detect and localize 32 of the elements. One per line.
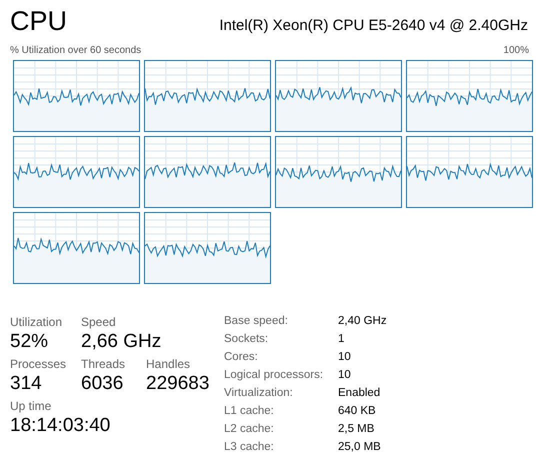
detail-value: 2,40 GHz (338, 314, 387, 329)
page-title: CPU (10, 5, 68, 38)
stat-value: 229683 (146, 372, 210, 396)
stat-label: Speed (81, 314, 117, 330)
graph-caption: % Utilization over 60 seconds (10, 44, 142, 57)
stat-label: Utilization (10, 314, 64, 330)
detail-label: Base speed: (224, 314, 289, 329)
stat-value: 6036 (81, 372, 124, 396)
detail-label: Logical processors: (224, 368, 324, 383)
detail-value: 25,0 MB (338, 440, 382, 455)
detail-label: L2 cache: (224, 422, 275, 437)
cpu-model: Intel(R) Xeon(R) CPU E5-2640 v4 @ 2.40GHz (219, 16, 529, 36)
stat-label: Up time (10, 398, 52, 414)
detail-label: L1 cache: (224, 404, 275, 419)
stat-value: 52% (10, 330, 50, 354)
detail-label: Cores: (224, 350, 259, 365)
stat-label: Processes (10, 356, 68, 372)
detail-label: Sockets: (224, 332, 270, 347)
detail-value: 640 KB (338, 404, 377, 419)
detail-value: 10 (338, 350, 352, 365)
stat-value: 18:14:03:40 (10, 414, 110, 438)
graph-max-label: 100% (503, 44, 529, 57)
detail-value: 10 (338, 368, 352, 383)
detail-label: L3 cache: (224, 440, 275, 455)
detail-value: 2,5 MB (338, 422, 376, 437)
stat-value: 314 (10, 372, 43, 396)
detail-value: 1 (338, 332, 346, 347)
stat-value: 2,66 GHz (81, 330, 162, 354)
detail-label: Virtualization: (224, 386, 294, 401)
stat-label: Threads (81, 356, 126, 372)
detail-value: Enabled (338, 386, 382, 401)
stat-label: Handles (146, 356, 192, 372)
